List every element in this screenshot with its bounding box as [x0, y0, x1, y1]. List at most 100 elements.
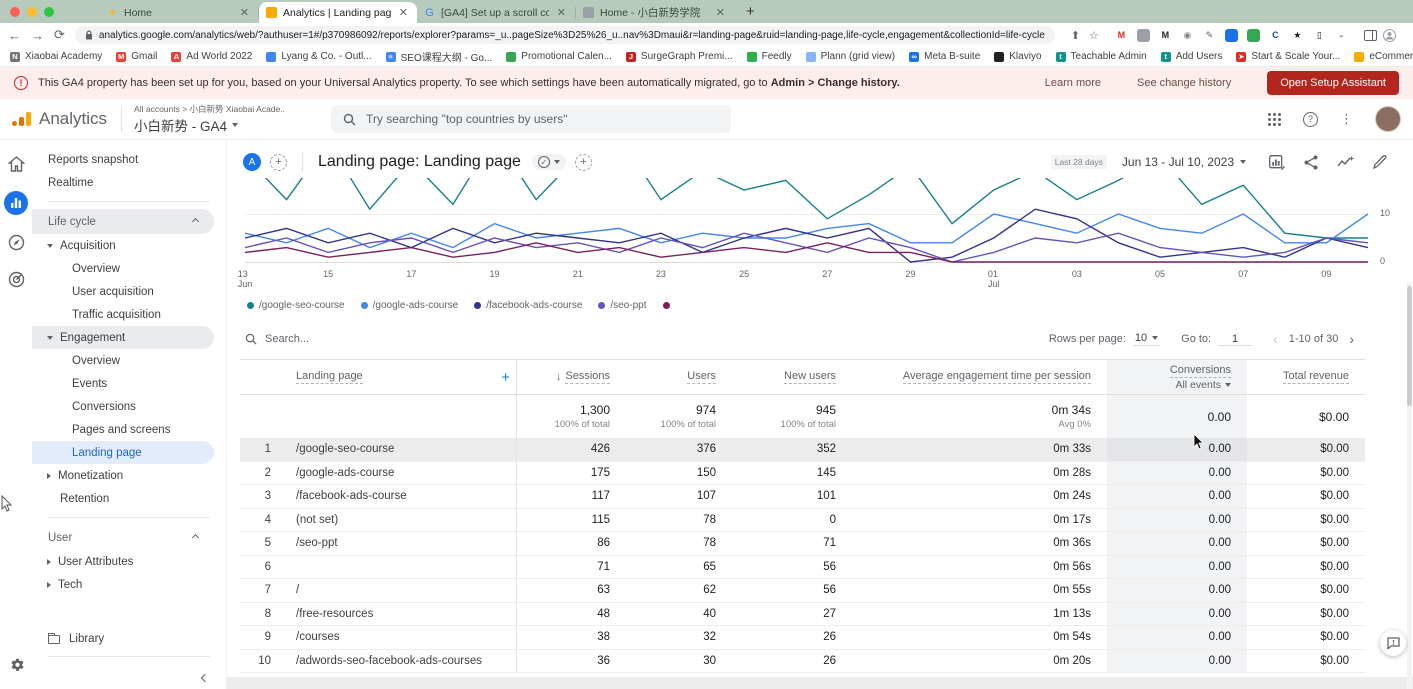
- sidebar-item-landing-page[interactable]: Landing page: [32, 441, 214, 464]
- bookmark-item-13[interactable]: tAdd Users: [1161, 51, 1223, 62]
- extension-icon-4[interactable]: ◉: [1181, 29, 1194, 42]
- extension-icon-9[interactable]: ★: [1291, 29, 1304, 42]
- share-icon[interactable]: ⬆: [1071, 29, 1080, 42]
- browser-tab-3[interactable]: G[GA4] Set up a scroll conversi✕: [417, 2, 575, 23]
- add-column-icon[interactable]: +: [501, 369, 512, 386]
- ga-search-input[interactable]: Try searching "top countries by users": [331, 105, 731, 133]
- sidebar-item-engagement[interactable]: Engagement: [32, 326, 214, 349]
- explore-icon[interactable]: [6, 232, 26, 252]
- table-row-10[interactable]: 10/adwords-seo-facebook-ads-courses36302…: [240, 650, 1365, 674]
- reload-icon[interactable]: ⟳: [54, 27, 65, 43]
- table-row-4[interactable]: 4(not set)1157800m 17s0.00$0.00: [240, 509, 1365, 533]
- table-row-7[interactable]: 7/6362560m 55s0.00$0.00: [240, 579, 1365, 603]
- extension-icon-8[interactable]: C: [1269, 29, 1282, 42]
- user-avatar[interactable]: [1375, 106, 1401, 132]
- column-header-users[interactable]: Users: [626, 360, 732, 394]
- extension-icon-10[interactable]: ▯: [1313, 29, 1326, 42]
- bookmark-item-8[interactable]: Feedly: [747, 51, 792, 62]
- column-header-new-users[interactable]: New users: [732, 360, 852, 394]
- bookmark-item-15[interactable]: eCommerce Case...: [1354, 51, 1413, 62]
- apps-grid-icon[interactable]: [1268, 113, 1281, 126]
- advertising-icon[interactable]: [6, 269, 26, 289]
- sidebar-section-user[interactable]: User: [32, 525, 214, 550]
- tab-close-icon[interactable]: ✕: [397, 6, 410, 19]
- tab-close-icon[interactable]: ✕: [238, 6, 251, 19]
- column-header-conversions[interactable]: Conversions All events: [1107, 360, 1247, 394]
- scrollbar-thumb[interactable]: [1407, 286, 1412, 406]
- bookmark-star-icon[interactable]: ☆: [1089, 29, 1099, 42]
- learn-more-link[interactable]: Learn more: [1045, 77, 1101, 89]
- sidebar-item-user-acquisition[interactable]: User acquisition: [32, 280, 214, 303]
- conversions-event-filter[interactable]: All events: [1175, 379, 1231, 391]
- date-range-picker[interactable]: Jun 13 - Jul 10, 2023: [1122, 155, 1246, 169]
- segment-a-badge[interactable]: A: [243, 153, 261, 171]
- bookmark-item-5[interactable]: ≡SEO课程大纲 - Go...: [386, 49, 493, 64]
- home-icon[interactable]: [6, 154, 26, 174]
- extension-icon-3[interactable]: M: [1159, 29, 1172, 42]
- bookmark-item-9[interactable]: Plann (grid view): [806, 51, 895, 62]
- column-header-sessions[interactable]: ↓ Sessions: [516, 360, 626, 394]
- tab-close-icon[interactable]: ✕: [555, 6, 568, 19]
- sidebar-section-life-cycle[interactable]: Life cycle: [32, 209, 214, 234]
- browser-tab-1[interactable]: ♥Home✕: [100, 2, 258, 23]
- sidebar-item-library[interactable]: Library: [48, 633, 104, 645]
- table-row-9[interactable]: 9/courses3832260m 54s0.00$0.00: [240, 626, 1365, 650]
- new-tab-button[interactable]: +: [746, 3, 755, 23]
- extension-icon-7[interactable]: [1247, 29, 1260, 42]
- bookmark-item-6[interactable]: Promotional Calen...: [506, 51, 612, 62]
- property-selector[interactable]: 小白新势 - GA4: [134, 115, 285, 135]
- share-report-icon[interactable]: [1304, 155, 1318, 170]
- prev-page-icon[interactable]: ‹: [1269, 331, 1282, 347]
- table-row-6[interactable]: 67165560m 56s0.00$0.00: [240, 556, 1365, 580]
- sidebar-item-retention[interactable]: Retention: [32, 487, 214, 510]
- see-change-history-link[interactable]: See change history: [1137, 77, 1231, 89]
- add-report-tab-button[interactable]: +: [575, 154, 592, 171]
- collapse-sidebar-icon[interactable]: [201, 674, 209, 682]
- back-icon[interactable]: ←: [8, 28, 21, 43]
- feedback-button[interactable]: [1380, 630, 1406, 656]
- extension-icon-2[interactable]: [1137, 29, 1150, 42]
- extension-icon-1[interactable]: M: [1115, 29, 1128, 42]
- sidebar-item-traffic-acquisition[interactable]: Traffic acquisition: [32, 303, 214, 326]
- bookmark-item-10[interactable]: ∞Meta B-suite: [909, 51, 980, 62]
- account-breadcrumb[interactable]: All accounts > 小白新势 Xiaobai Acade..: [134, 103, 285, 115]
- analytics-logo-icon[interactable]: [12, 112, 31, 126]
- bookmark-item-4[interactable]: Lyang & Co. - Outl...: [266, 51, 371, 62]
- table-row-5[interactable]: 5/seo-ppt8678710m 36s0.00$0.00: [240, 532, 1365, 556]
- address-bar[interactable]: analytics.google.com/analytics/web/?auth…: [75, 26, 1055, 44]
- sidebar-item-events[interactable]: Events: [32, 372, 214, 395]
- bookmark-item-11[interactable]: Klaviyo: [994, 51, 1041, 62]
- table-row-8[interactable]: 8/free-resources4840271m 13s0.00$0.00: [240, 603, 1365, 627]
- column-header-avg-engagement[interactable]: Average engagement time per session: [852, 360, 1107, 394]
- insights-icon[interactable]: [1337, 156, 1354, 169]
- open-setup-assistant-button[interactable]: Open Setup Assistant: [1267, 71, 1399, 95]
- maximize-window-button[interactable]: [44, 7, 54, 17]
- extension-icon-5[interactable]: ✎: [1203, 29, 1216, 42]
- report-check-chip[interactable]: ✓: [532, 154, 566, 170]
- sidebar-item-acquisition[interactable]: Acquisition: [32, 234, 214, 257]
- more-options-icon[interactable]: ⋮: [1340, 111, 1353, 127]
- table-row-2[interactable]: 2/google-ads-course1751501450m 28s0.00$0…: [240, 462, 1365, 486]
- bookmark-item-7[interactable]: JSurgeGraph Premi...: [626, 51, 733, 62]
- sidebar-toggle-icon[interactable]: [1364, 30, 1377, 41]
- sidebar-item-monetization[interactable]: Monetization: [32, 464, 214, 487]
- goto-page-input[interactable]: 1: [1218, 333, 1252, 346]
- bookmark-item-12[interactable]: tTeachable Admin: [1056, 51, 1147, 62]
- sidebar-item-tech[interactable]: Tech: [32, 573, 214, 596]
- sidebar-item-overview[interactable]: Overview: [32, 349, 214, 372]
- browser-tab-4[interactable]: Home - 小白新势学院✕: [576, 2, 734, 23]
- reports-icon[interactable]: [4, 191, 28, 215]
- browser-tab-2[interactable]: Analytics | Landing page: Land✕: [259, 2, 417, 23]
- minimize-window-button[interactable]: [27, 7, 37, 17]
- table-row-3[interactable]: 3/facebook-ads-course1171071010m 24s0.00…: [240, 485, 1365, 509]
- customize-chart-icon[interactable]: [1269, 155, 1285, 170]
- sidebar-item-pages-and-screens[interactable]: Pages and screens: [32, 418, 214, 441]
- sidebar-item-conversions[interactable]: Conversions: [32, 395, 214, 418]
- edit-pencil-icon[interactable]: [1373, 155, 1387, 169]
- bookmark-item-3[interactable]: AAd World 2022: [171, 51, 252, 62]
- next-page-icon[interactable]: ›: [1345, 331, 1358, 347]
- extension-icon-11[interactable]: ◒: [1335, 29, 1348, 42]
- table-search-input[interactable]: Search...: [245, 333, 309, 345]
- column-header-landing-page[interactable]: Landing page +: [285, 360, 516, 394]
- sidebar-item-realtime[interactable]: Realtime: [32, 171, 214, 194]
